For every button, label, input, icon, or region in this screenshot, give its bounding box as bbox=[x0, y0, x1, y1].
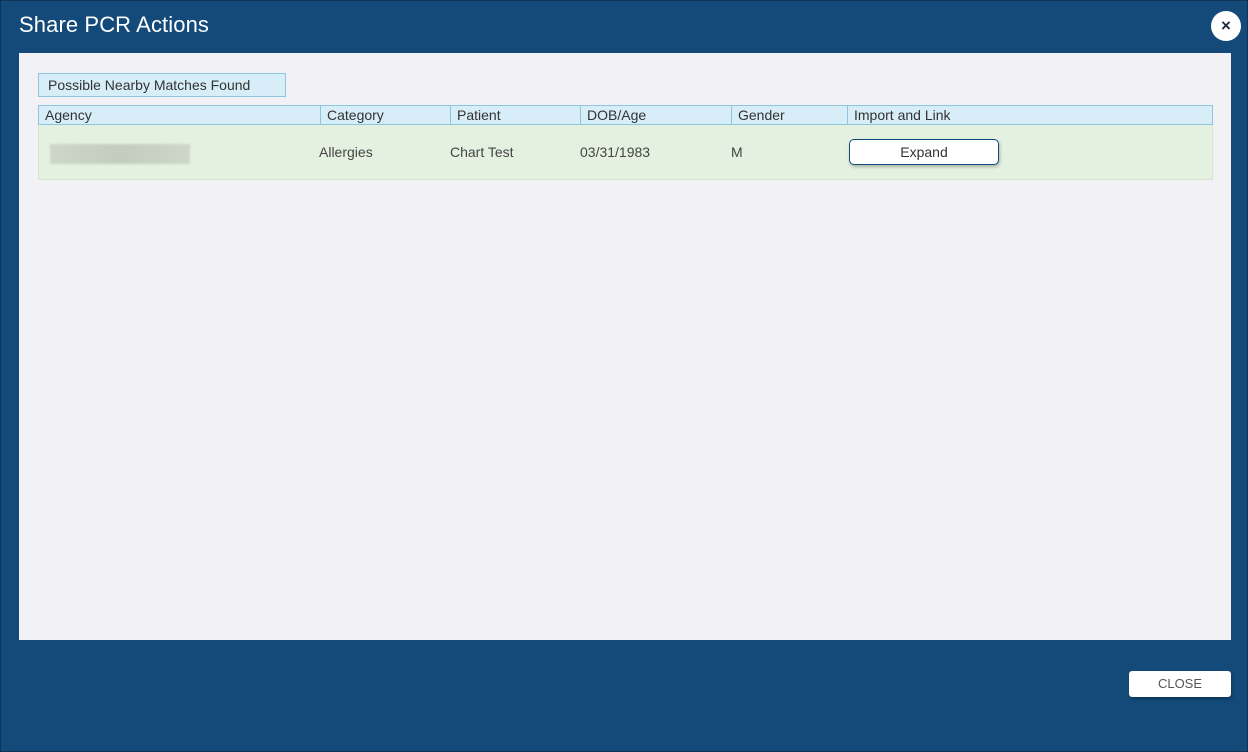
expand-button[interactable]: Expand bbox=[849, 139, 999, 165]
dialog-title: Share PCR Actions bbox=[19, 12, 210, 37]
agency-redacted bbox=[50, 144, 190, 164]
cell-category: Allergies bbox=[319, 144, 373, 160]
section-label: Possible Nearby Matches Found bbox=[38, 73, 286, 97]
table-header: Agency Category Patient DOB/Age Gender I… bbox=[38, 105, 1213, 125]
column-header-dob-age: DOB/Age bbox=[580, 106, 731, 124]
matches-table: Agency Category Patient DOB/Age Gender I… bbox=[38, 105, 1213, 180]
column-header-patient: Patient bbox=[450, 106, 580, 124]
column-header-import-link: Import and Link bbox=[847, 106, 1212, 124]
column-header-category: Category bbox=[320, 106, 450, 124]
content-panel: Possible Nearby Matches Found Agency Cat… bbox=[19, 53, 1231, 640]
column-header-gender: Gender bbox=[731, 106, 847, 124]
cell-dob-age: 03/31/1983 bbox=[580, 144, 651, 160]
close-button[interactable]: CLOSE bbox=[1129, 671, 1231, 697]
share-pcr-dialog: Share PCR Actions × Possible Nearby Matc… bbox=[0, 0, 1248, 752]
cell-gender: M bbox=[731, 144, 743, 160]
table-row: Allergies Chart Test 03/31/1983 M Expand bbox=[38, 125, 1213, 180]
column-header-agency: Agency bbox=[45, 107, 92, 123]
close-icon[interactable]: × bbox=[1211, 11, 1241, 41]
cell-patient: Chart Test bbox=[450, 144, 514, 160]
